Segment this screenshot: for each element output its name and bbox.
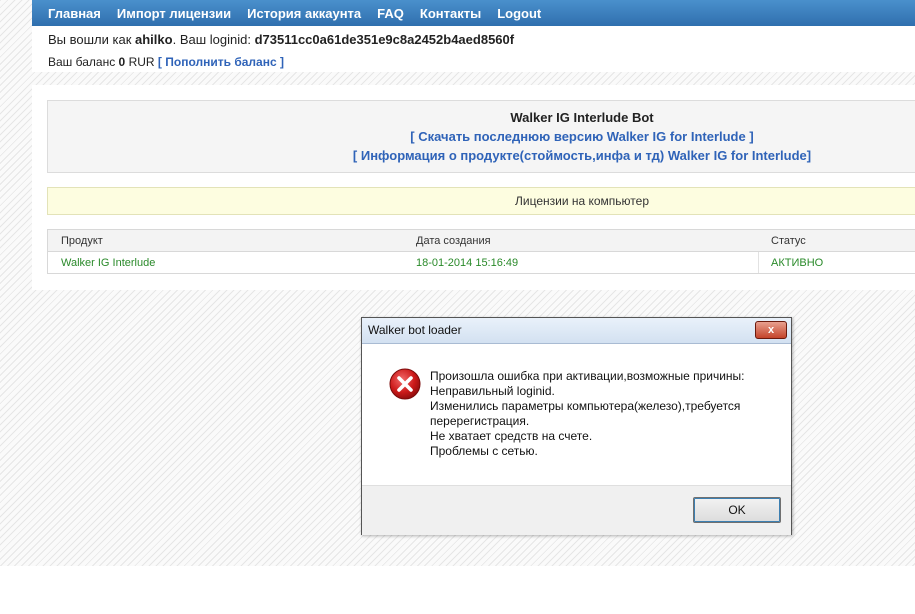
balance-status: Ваш баланс 0 RUR [ Пополнить баланс ] [48, 55, 284, 69]
logged-prefix: Вы вошли как [48, 32, 136, 47]
currency: RUR [128, 55, 155, 69]
dialog-titlebar[interactable]: Walker bot loader x [362, 318, 791, 344]
message-line: Произошла ошибка при активации,возможные… [430, 369, 745, 383]
username: ahilko [135, 32, 173, 47]
nav-faq[interactable]: FAQ [377, 6, 404, 21]
product-info-box: Walker IG Interlude Bot [ Скачать послед… [47, 100, 915, 173]
download-link[interactable]: [ Скачать последнюю версию Walker IG for… [410, 129, 753, 144]
nav-contacts[interactable]: Контакты [420, 6, 481, 21]
product-title: Walker IG Interlude Bot [510, 110, 654, 125]
loginid: d73511cc0a61de351e9c8a2452b4aed8560f [254, 32, 515, 47]
ok-button[interactable]: OK [693, 497, 781, 523]
balance-amount: 0 [118, 55, 126, 69]
table-row[interactable]: Walker IG Interlude 18-01-2014 15:16:49 … [48, 252, 915, 273]
column-divider [758, 252, 759, 273]
license-status: АКТИВНО [771, 257, 824, 269]
page: Главная Импорт лицензии История аккаунта… [0, 0, 915, 614]
table-header-row: Продукт Дата создания Статус [48, 230, 915, 252]
close-icon[interactable]: x [755, 321, 787, 339]
licenses-heading-bar: Лицензии на компьютер [47, 187, 915, 215]
error-dialog: Walker bot loader x Произошла ошибка при… [361, 317, 792, 535]
nav-logout[interactable]: Logout [497, 6, 541, 21]
balance-prefix: Ваш баланс [48, 55, 119, 69]
message-line: Неправильный loginid. [430, 384, 555, 398]
nav-account-history[interactable]: История аккаунта [247, 6, 361, 21]
licenses-heading: Лицензии на компьютер [515, 194, 649, 208]
dialog-message: Произошла ошибка при активации,возможные… [430, 369, 745, 459]
message-line: Проблемы с сетью. [430, 444, 538, 458]
error-icon [389, 368, 421, 400]
column-header-created: Дата создания [416, 235, 491, 247]
license-product: Walker IG Interlude [61, 257, 156, 269]
loginid-prefix: . Ваш loginid: [172, 32, 255, 47]
topup-balance-link[interactable]: [ Пополнить баланс ] [158, 55, 284, 69]
top-navigation: Главная Импорт лицензии История аккаунта… [32, 0, 915, 26]
product-info-link[interactable]: [ Информация о продукте(стоймость,инфа и… [353, 148, 811, 163]
dialog-title: Walker bot loader [368, 323, 462, 337]
login-status: Вы вошли как ahilko. Ваш loginid: d73511… [48, 32, 514, 47]
message-line: Не хватает средств на счете. [430, 429, 593, 443]
column-header-product: Продукт [61, 235, 103, 247]
nav-home[interactable]: Главная [48, 6, 101, 21]
message-line: перерегистрация. [430, 414, 530, 428]
nav-import-license[interactable]: Импорт лицензии [117, 6, 231, 21]
license-created: 18-01-2014 15:16:49 [416, 257, 519, 269]
message-line: Изменились параметры компьютера(железо),… [430, 399, 741, 413]
licenses-table: Продукт Дата создания Статус Walker IG I… [47, 229, 915, 274]
dialog-body: Произошла ошибка при активации,возможные… [362, 344, 791, 484]
dialog-footer: OK [362, 485, 791, 535]
column-header-status: Статус [771, 235, 806, 247]
